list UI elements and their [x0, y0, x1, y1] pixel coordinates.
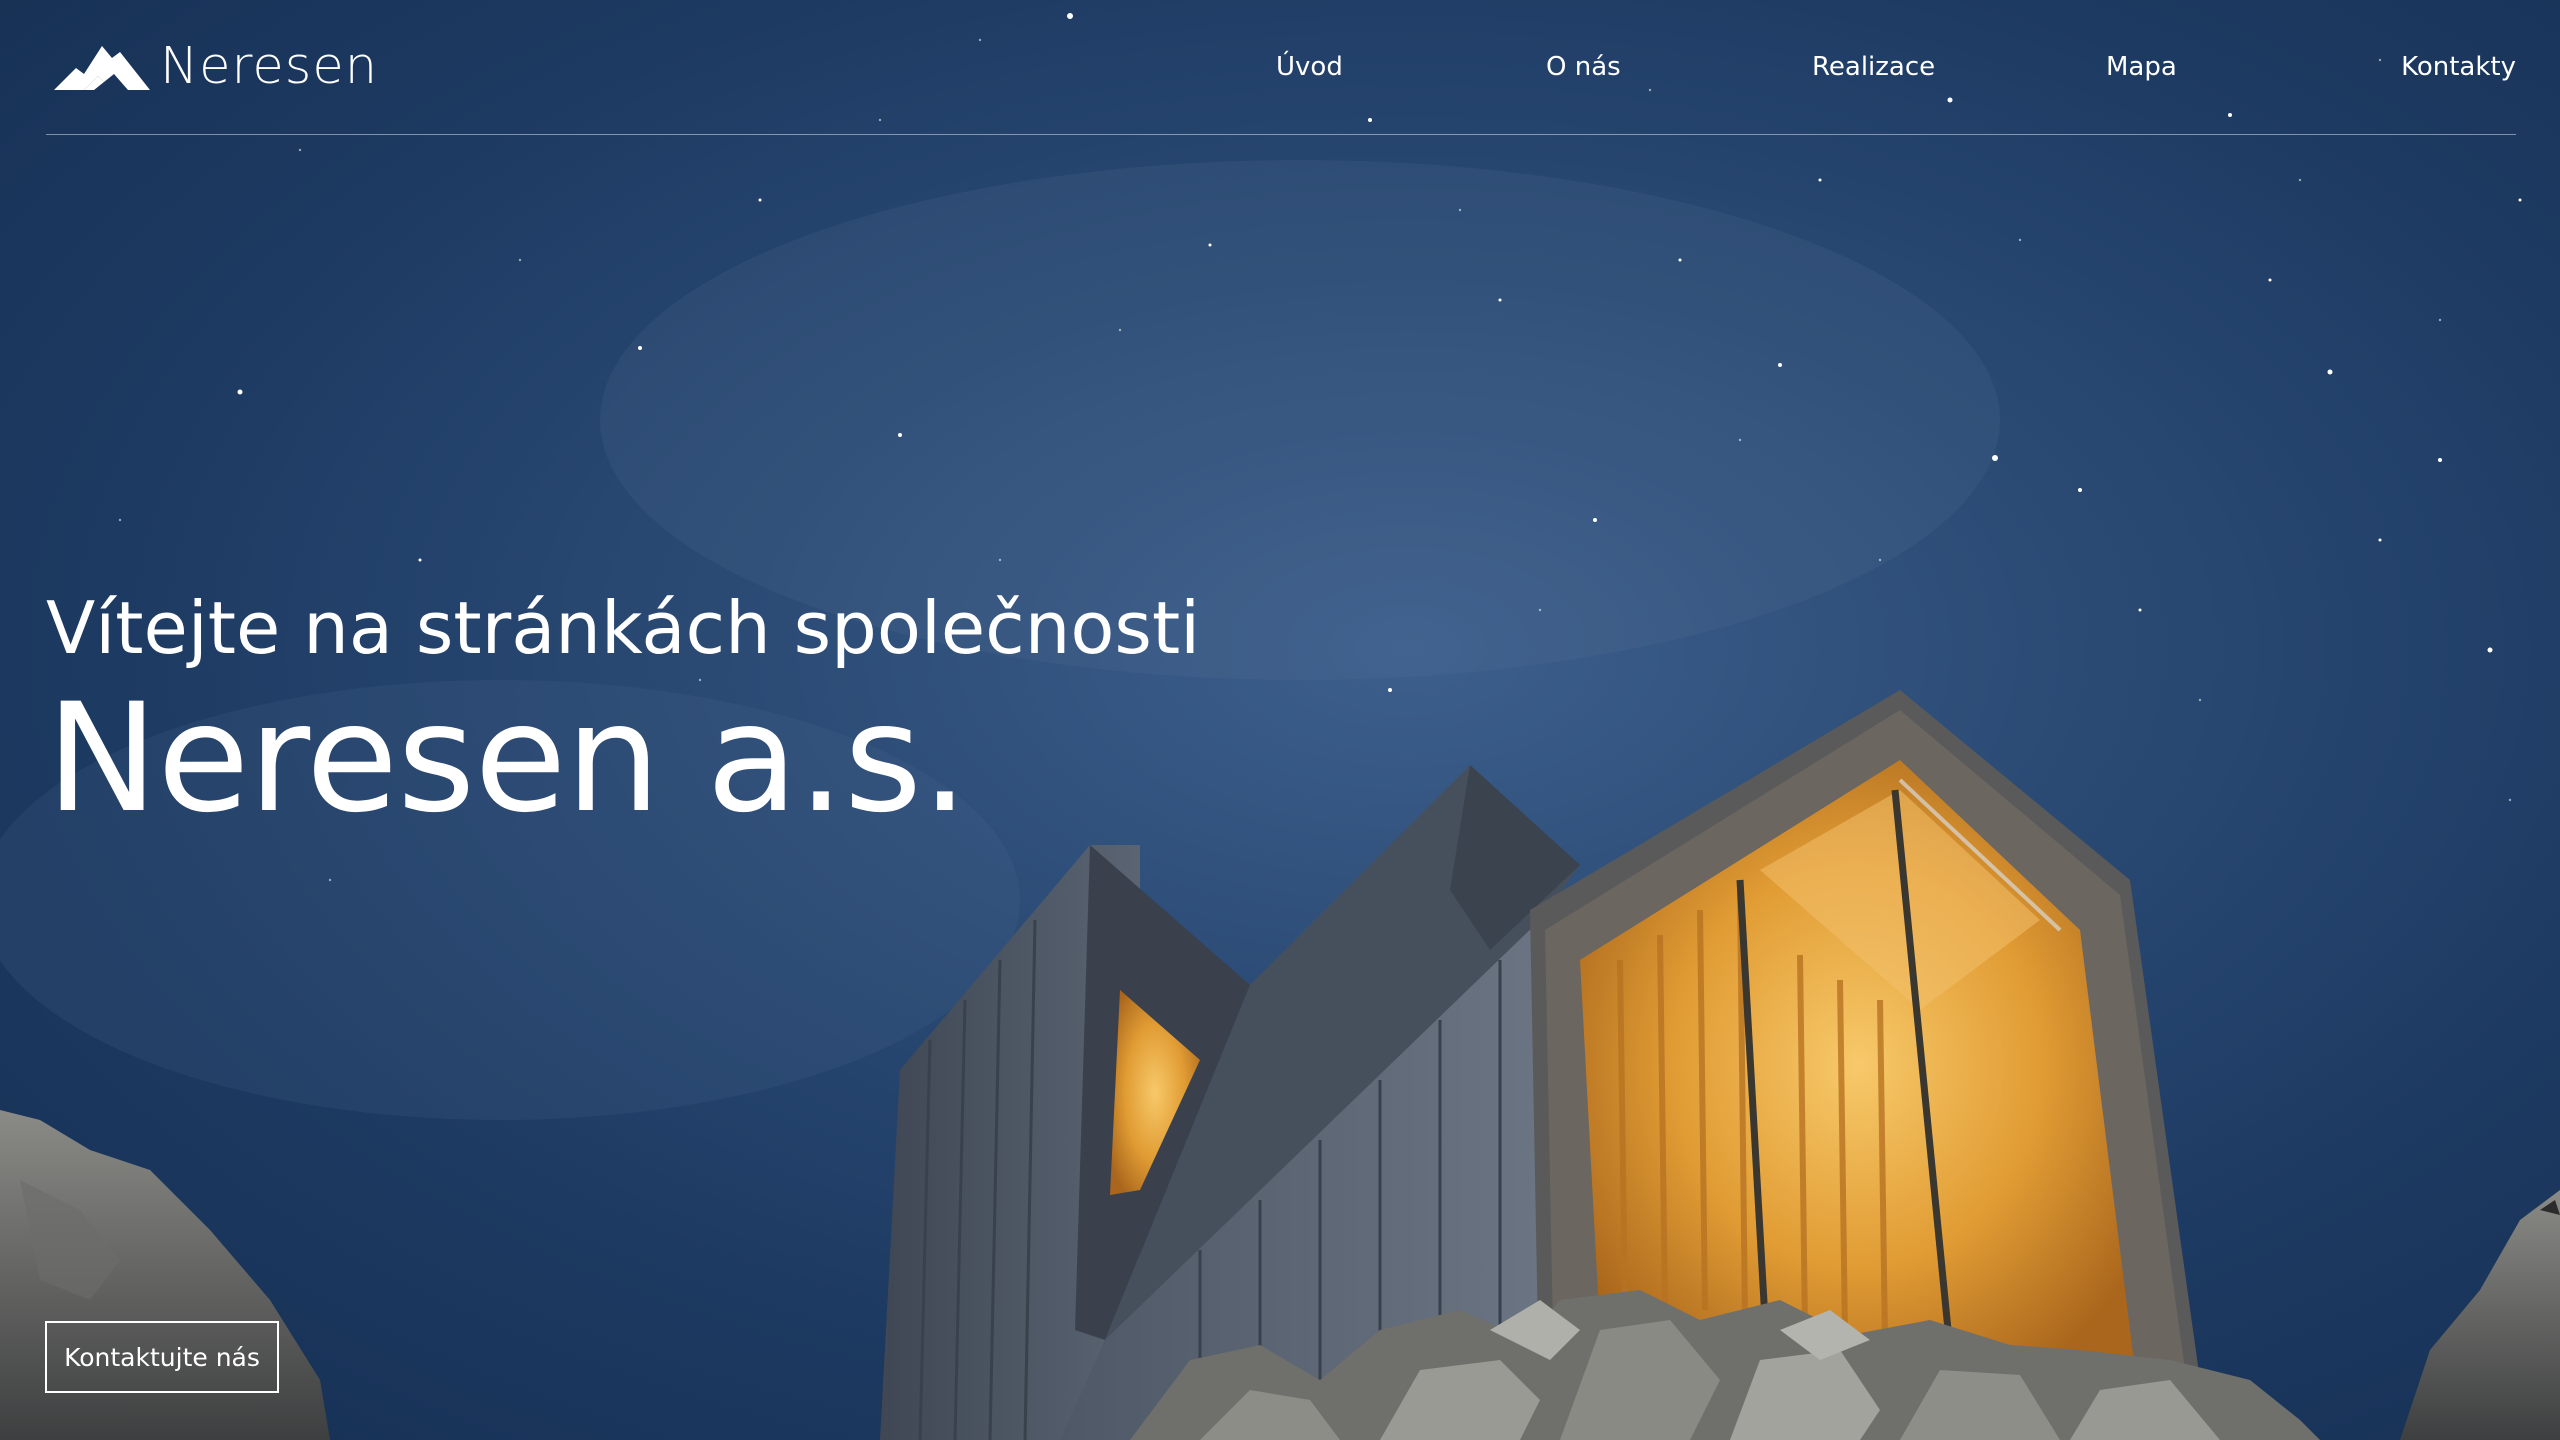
nav-item-uvod[interactable]: Úvod	[1276, 50, 1343, 84]
hero-title: Neresen a.s.	[46, 672, 969, 846]
nav-item-realizace[interactable]: Realizace	[1812, 50, 1935, 84]
site-header: Neresen Úvod O nás Realizace Mapa Kontak…	[46, 0, 2516, 135]
nav-item-mapa[interactable]: Mapa	[2106, 50, 2177, 84]
logo-link[interactable]: Neresen	[54, 36, 378, 96]
nav-item-o-nas[interactable]: O nás	[1546, 50, 1621, 84]
nav-item-kontakty[interactable]: Kontakty	[2401, 50, 2516, 84]
main-nav: Úvod O nás Realizace Mapa Kontakty	[1276, 50, 2516, 84]
brand-name: Neresen	[160, 36, 379, 96]
contact-us-button[interactable]: Kontaktujte nás	[45, 1321, 279, 1393]
page: Neresen Úvod O nás Realizace Mapa Kontak…	[0, 0, 2560, 1440]
hero: Vítejte na stránkách společnosti Neresen…	[46, 582, 1200, 844]
hero-subtitle: Vítejte na stránkách společnosti	[46, 586, 1201, 670]
mountain-icon	[54, 46, 150, 90]
